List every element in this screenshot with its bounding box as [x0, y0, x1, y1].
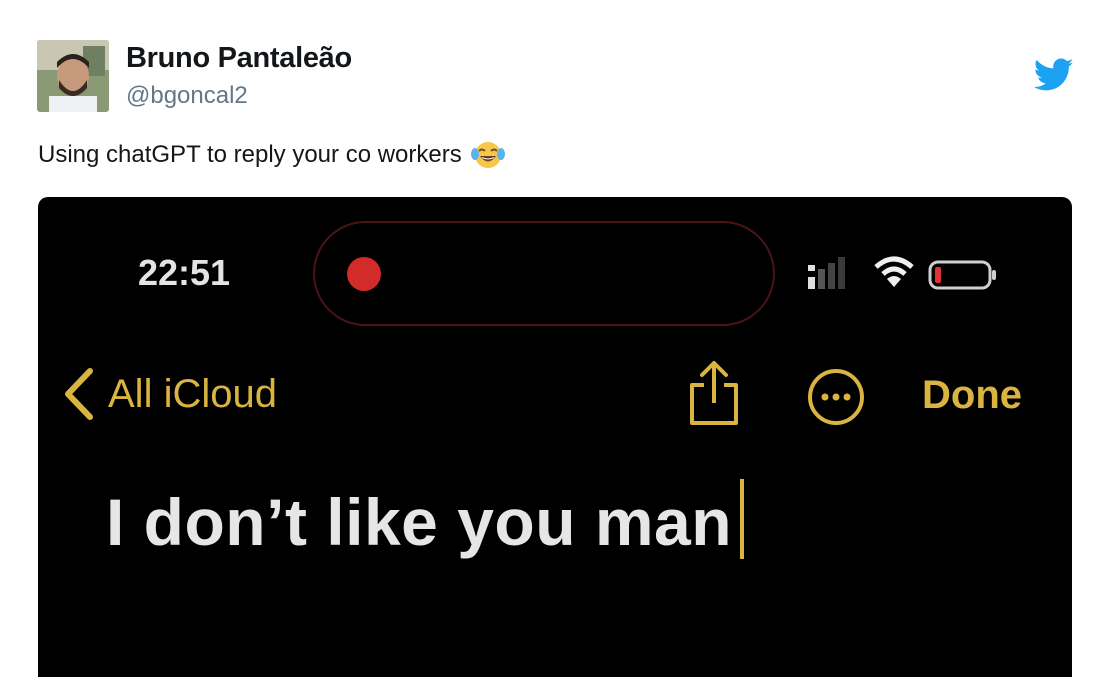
share-icon[interactable] — [686, 359, 742, 427]
face-with-tears-of-joy-icon — [470, 142, 505, 168]
twitter-bird-icon[interactable] — [1034, 58, 1074, 92]
chevron-left-icon — [65, 368, 93, 420]
done-button[interactable]: Done — [922, 373, 1022, 418]
tweet-card: Bruno Pantaleão @bgoncal2 Using chatGPT … — [0, 0, 1112, 677]
text-cursor — [740, 479, 745, 559]
note-editor[interactable]: I don’t like you man — [106, 479, 745, 560]
signal-icon — [808, 257, 845, 289]
tweet-text: Using chatGPT to reply your co workers — [38, 141, 462, 168]
battery-icon — [928, 260, 996, 290]
recording-dot-icon — [347, 257, 381, 291]
wifi-icon — [874, 256, 914, 287]
back-button[interactable]: All iCloud — [62, 367, 277, 421]
note-text: I don’t like you man — [106, 485, 733, 559]
more-icon[interactable] — [806, 367, 866, 427]
back-label: All iCloud — [108, 371, 277, 416]
status-time: 22:51 — [138, 252, 231, 293]
author-handle[interactable]: @bgoncal2 — [126, 82, 248, 110]
avatar[interactable] — [37, 40, 109, 112]
dynamic-island — [313, 221, 775, 326]
author-name[interactable]: Bruno Pantaleão — [126, 42, 352, 75]
tweet-body: Using chatGPT to reply your co workers — [38, 140, 506, 170]
tweet-media-image[interactable]: 22:51 All iCloud Done I don’t like you m… — [38, 197, 1072, 677]
